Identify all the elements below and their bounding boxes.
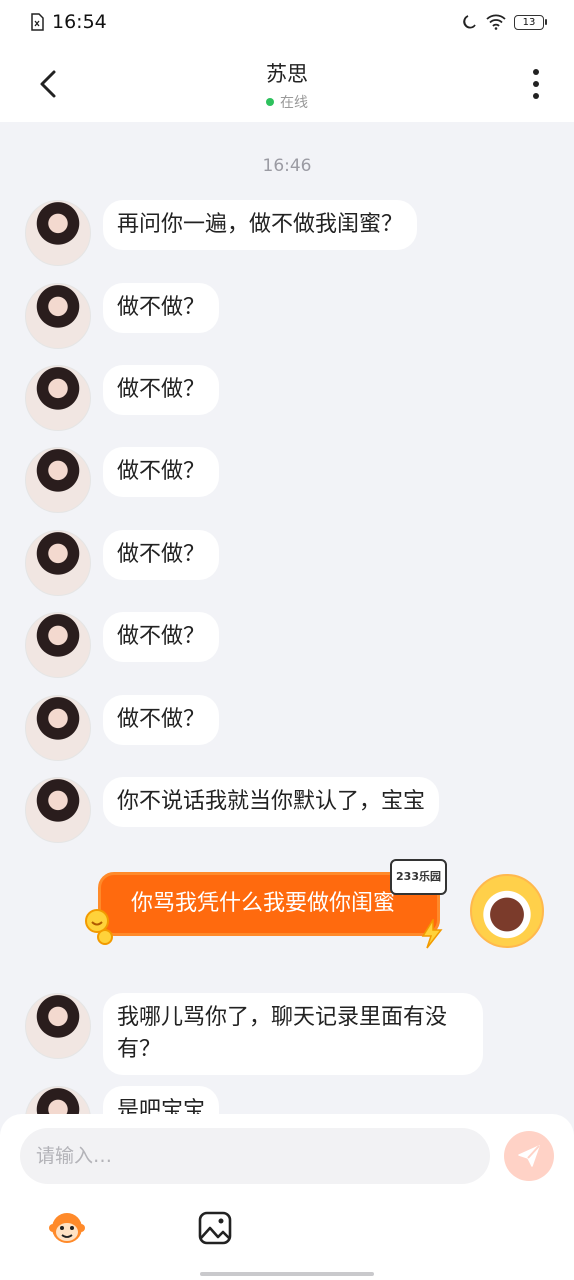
clock: 16:54 <box>52 11 107 33</box>
incoming-message: 你不说话我就当你默认了，宝宝 <box>25 777 440 843</box>
contact-avatar[interactable] <box>25 1086 91 1114</box>
message-bubble[interactable]: 做不做？ <box>103 447 220 497</box>
incoming-message: 做不做？ <box>25 365 220 431</box>
contact-avatar[interactable] <box>25 530 91 596</box>
incoming-message: 我哪儿骂你了，聊天记录里面有没有？ <box>25 993 483 1075</box>
contact-avatar[interactable] <box>25 200 91 266</box>
message-input[interactable] <box>20 1128 490 1184</box>
incoming-message: 是吧宝宝 <box>25 1086 220 1114</box>
online-dot-icon <box>266 98 274 106</box>
incoming-message: 做不做？ <box>25 612 220 678</box>
online-label: 在线 <box>280 95 308 111</box>
outgoing-message-bubble[interactable]: 你骂我凭什么我要做你闺蜜 233乐园 <box>85 859 447 949</box>
send-button[interactable] <box>504 1131 554 1181</box>
moon-icon <box>463 15 476 29</box>
more-options-icon[interactable] <box>520 66 552 102</box>
chat-thread[interactable]: 16:46 再问你一遍，做不做我闺蜜？ 做不做？ 做不做？ 做不做？ 做不做？ … <box>0 122 574 1114</box>
chat-header: 苏思 在线 <box>0 44 574 122</box>
message-bubble[interactable]: 做不做？ <box>103 283 220 333</box>
message-bubble[interactable]: 做不做？ <box>103 612 220 662</box>
incoming-message: 再问你一遍，做不做我闺蜜？ <box>25 200 418 266</box>
composer <box>0 1114 574 1280</box>
message-bubble[interactable]: 我哪儿骂你了，聊天记录里面有没有？ <box>103 993 483 1075</box>
emoji-monkey-icon[interactable] <box>48 1208 86 1246</box>
incoming-message: 做不做？ <box>25 447 220 513</box>
contact-avatar[interactable] <box>25 612 91 678</box>
incoming-message: 做不做？ <box>25 695 220 761</box>
sim-card-icon <box>31 13 44 31</box>
incoming-message: 做不做？ <box>25 530 220 596</box>
bubble-badge-233: 233乐园 <box>390 859 447 895</box>
spark-sticker-icon <box>421 919 443 949</box>
online-status: 在线 <box>0 92 574 112</box>
message-bubble[interactable]: 做不做？ <box>103 365 220 415</box>
message-bubble[interactable]: 你不说话我就当你默认了，宝宝 <box>103 777 440 827</box>
contact-avatar[interactable] <box>25 777 91 843</box>
outgoing-message-text: 你骂我凭什么我要做你闺蜜 <box>131 891 396 916</box>
contact-name: 苏思 <box>266 62 308 86</box>
status-bar: 16:54 13 <box>0 0 574 44</box>
battery-indicator: 13 <box>514 14 547 30</box>
contact-avatar[interactable] <box>25 695 91 761</box>
outgoing-message: 你骂我凭什么我要做你闺蜜 233乐园 <box>85 859 544 949</box>
contact-avatar[interactable] <box>25 447 91 513</box>
my-avatar[interactable] <box>470 874 544 948</box>
home-indicator <box>200 1272 374 1276</box>
contact-avatar[interactable] <box>25 365 91 431</box>
image-picker-icon[interactable] <box>197 1210 233 1246</box>
message-timestamp: 16:46 <box>262 156 312 176</box>
send-icon <box>518 1145 540 1167</box>
message-bubble[interactable]: 做不做？ <box>103 695 220 745</box>
wifi-icon <box>486 14 506 30</box>
message-bubble[interactable]: 做不做？ <box>103 530 220 580</box>
message-bubble[interactable]: 再问你一遍，做不做我闺蜜？ <box>103 200 418 250</box>
contact-avatar[interactable] <box>25 993 91 1059</box>
contact-avatar[interactable] <box>25 283 91 349</box>
message-bubble[interactable]: 是吧宝宝 <box>103 1086 220 1114</box>
incoming-message: 做不做？ <box>25 283 220 349</box>
sun-sticker-icon <box>85 909 113 945</box>
